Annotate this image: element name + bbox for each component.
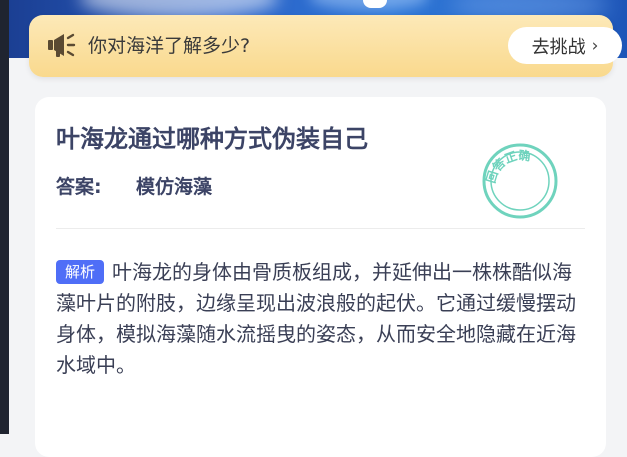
- challenge-banner[interactable]: 你对海洋了解多少? 去挑战 ›: [29, 15, 622, 77]
- correct-stamp-icon: 回答正确: [481, 142, 559, 220]
- answer-label: 答案:: [56, 176, 102, 198]
- analysis-text: 叶海龙的身体由骨质板组成，并延伸出一株株酷似海藻叶片的附肢，边缘呈现出波浪般的起…: [56, 260, 576, 377]
- left-edge-strip: [0, 0, 9, 434]
- analysis-paragraph: 解析 叶海龙的身体由骨质板组成，并延伸出一株株酷似海藻叶片的附肢，边缘呈现出波浪般…: [56, 257, 586, 381]
- answer-value: 模仿海藻: [136, 176, 213, 198]
- chevron-right-icon: ›: [591, 35, 599, 56]
- banner-text: 你对海洋了解多少?: [88, 35, 251, 57]
- megaphone-icon: [47, 32, 77, 58]
- divider: [56, 228, 585, 229]
- answer-card: 叶海龙通过哪种方式伪装自己 答案: 模仿海藻 回答正确 解析 叶海龙的身体由骨质板组…: [35, 97, 606, 457]
- svg-text:回答正确: 回答正确: [484, 147, 532, 184]
- stamp-text: 回答正确: [484, 147, 532, 184]
- question-title: 叶海龙通过哪种方式伪装自己: [56, 125, 368, 153]
- analysis-badge: 解析: [56, 260, 105, 284]
- challenge-button-label: 去挑战: [531, 36, 586, 58]
- challenge-button[interactable]: 去挑战 ›: [508, 27, 622, 64]
- answer-row: 答案: 模仿海藻: [56, 172, 212, 199]
